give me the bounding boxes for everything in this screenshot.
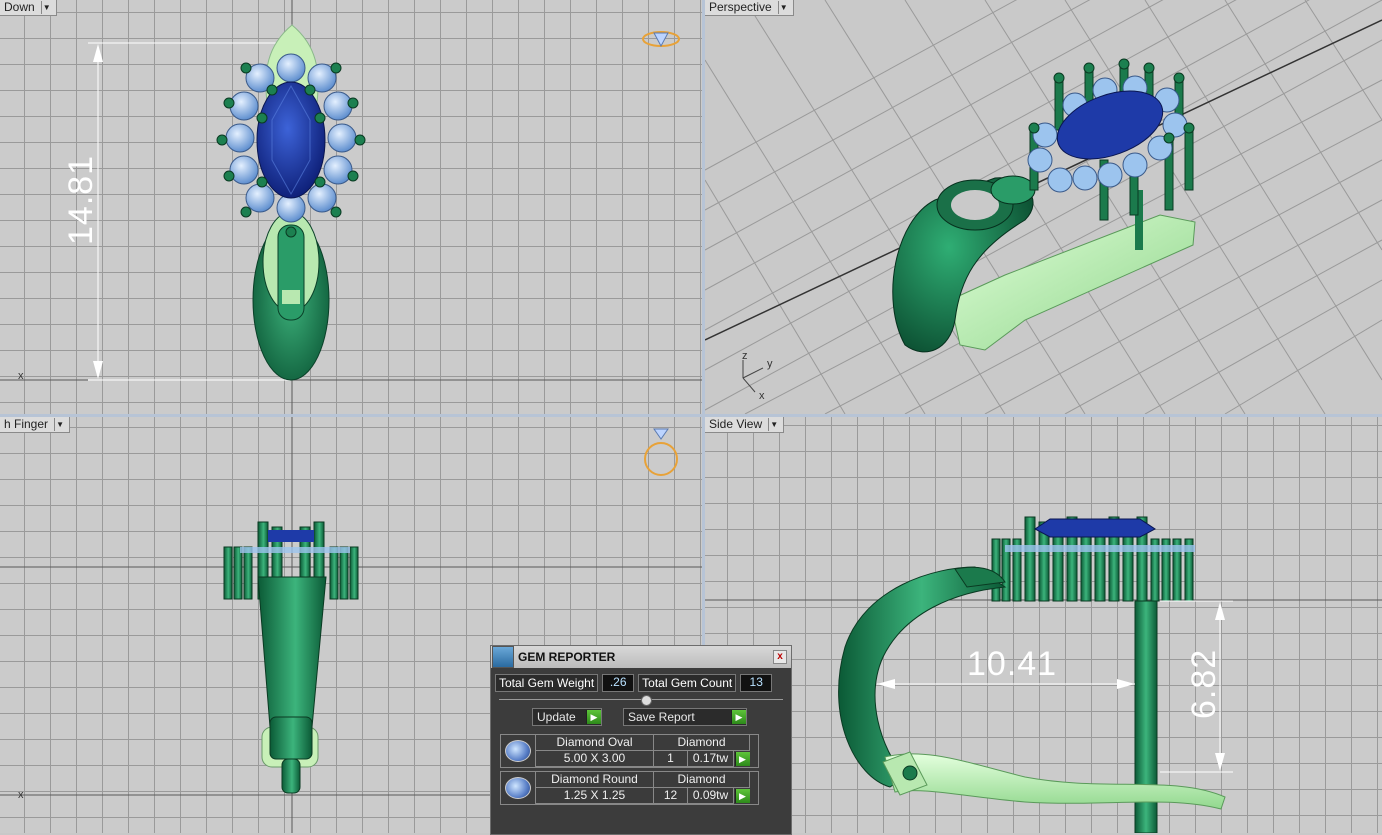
height-dimension-label: 14.81: [62, 154, 100, 245]
chevron-down-icon[interactable]: ▼: [768, 418, 779, 431]
play-icon: ▶: [731, 710, 746, 724]
gem-totals-row: Total Gem Weight .26 Total Gem Count 13: [495, 674, 787, 692]
gem-name: Diamond Round: [536, 772, 654, 788]
gem-entry-oval[interactable]: Diamond Oval Diamond 5.00 X 3.00 1 0.17t…: [500, 734, 759, 768]
panel-splitter[interactable]: [499, 695, 783, 706]
top-down-render: [0, 0, 702, 414]
gem-reporter-title: GEM REPORTER: [518, 650, 616, 664]
y-axis-label: y: [767, 358, 773, 370]
viewport-perspective[interactable]: z y x Perspective ▼: [705, 0, 1382, 414]
update-button[interactable]: Update ▶: [532, 708, 602, 726]
depth-dimension-label: 6.82: [1185, 648, 1223, 719]
total-gem-weight-label: Total Gem Weight: [495, 674, 599, 692]
viewport-label-side-view[interactable]: Side View ▼: [705, 417, 785, 433]
gem-reporter-titlebar[interactable]: GEM REPORTER x: [491, 646, 791, 668]
gem-name: Diamond Oval: [536, 735, 654, 751]
gem-type: Diamond: [654, 735, 750, 751]
gem-reporter-panel: GEM REPORTER x Total Gem Weight .26 Tota…: [490, 645, 792, 835]
width-dimension-label: 10.41: [967, 645, 1058, 683]
splitter-knob-icon[interactable]: [641, 695, 652, 706]
gem-actions-row: Update ▶ Save Report ▶: [532, 708, 747, 726]
x-axis-label: x: [18, 370, 24, 382]
viewport-label-top-down[interactable]: Down ▼: [0, 0, 57, 16]
play-icon[interactable]: ▶: [734, 789, 750, 803]
viewport-label-perspective[interactable]: Perspective ▼: [705, 0, 794, 16]
gem-weight: 0.17tw: [688, 751, 734, 767]
gem-size: 1.25 X 1.25: [536, 788, 654, 804]
viewport-divider-horizontal[interactable]: [0, 414, 1382, 417]
gem-weight: 0.09tw: [688, 788, 734, 804]
viewport-side-view[interactable]: 10.41 6.82 Side View ▼: [705, 417, 1382, 833]
play-icon: ▶: [586, 710, 601, 724]
gem-type: Diamond: [654, 772, 750, 788]
chevron-down-icon[interactable]: ▼: [54, 418, 65, 431]
z-axis-label: z: [742, 350, 748, 362]
x-axis-label: x: [18, 789, 24, 801]
gem-size: 5.00 X 3.00: [536, 751, 654, 767]
play-icon[interactable]: ▶: [734, 752, 750, 766]
gem-reporter-logo-icon: [492, 646, 514, 668]
total-gem-count-label: Total Gem Count: [638, 674, 737, 692]
round-gem-thumbnail: [501, 772, 536, 804]
x-axis-label: x: [759, 390, 765, 402]
chevron-down-icon[interactable]: ▼: [40, 1, 52, 14]
save-report-button[interactable]: Save Report ▶: [623, 708, 747, 726]
total-gem-count-value: 13: [740, 674, 773, 692]
gem-qty: 12: [654, 788, 688, 804]
gem-qty: 1: [654, 751, 688, 767]
viewport-label-finger[interactable]: h Finger ▼: [0, 417, 71, 433]
viewport-top-down[interactable]: 14.81 x Down ▼: [0, 0, 702, 414]
perspective-render: [705, 0, 1382, 414]
close-icon[interactable]: x: [773, 650, 787, 664]
gem-entry-round[interactable]: Diamond Round Diamond 1.25 X 1.25 12 0.0…: [500, 771, 759, 805]
oval-gem-thumbnail: [501, 735, 536, 767]
total-gem-weight-value: .26: [602, 674, 635, 692]
chevron-down-icon[interactable]: ▼: [777, 1, 789, 14]
side-view-render: [705, 516, 1382, 833]
